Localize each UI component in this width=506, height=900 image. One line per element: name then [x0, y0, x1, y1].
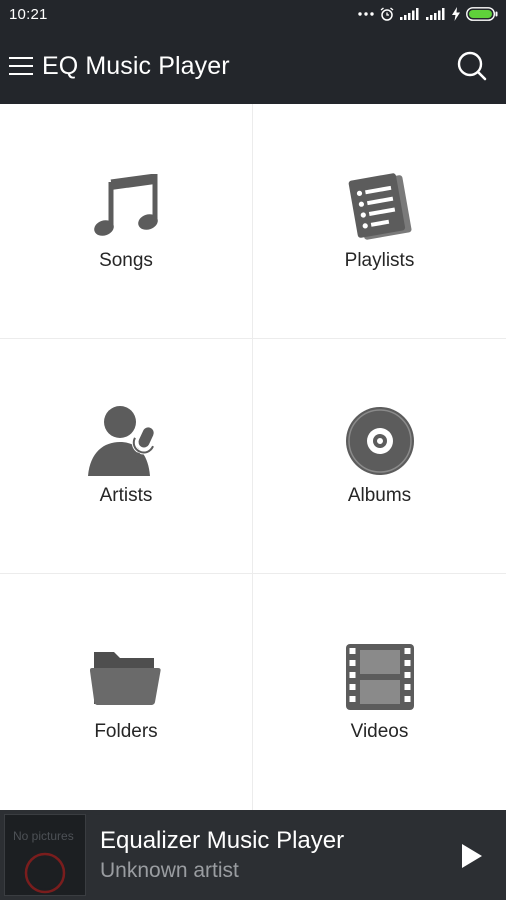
category-grid: Songs Playlists Artists Albums Folders V…	[0, 104, 506, 810]
music-note-icon	[86, 170, 166, 242]
search-icon	[457, 51, 487, 81]
signal-icon	[400, 8, 419, 20]
signal-icon	[426, 8, 445, 20]
artist-microphone-icon	[86, 405, 166, 477]
app-bar: EQ Music Player	[0, 28, 506, 104]
hamburger-menu-icon	[9, 57, 33, 75]
app-title: EQ Music Player	[42, 51, 230, 80]
alarm-icon	[380, 7, 394, 21]
category-videos[interactable]: Videos	[253, 574, 506, 810]
status-icons	[358, 7, 498, 21]
track-info[interactable]: Equalizer Music Player Unknown artist	[100, 827, 344, 883]
more-dots-icon	[358, 12, 374, 16]
play-icon	[462, 844, 482, 868]
folder-icon	[86, 641, 166, 713]
category-label: Songs	[99, 250, 153, 271]
category-albums[interactable]: Albums	[253, 339, 506, 574]
category-label: Folders	[94, 721, 158, 742]
category-label: Albums	[347, 485, 412, 506]
status-bar: 10:21	[0, 0, 506, 28]
film-icon	[340, 641, 420, 713]
category-songs[interactable]: Songs	[0, 104, 253, 339]
album-art: No pictures	[4, 814, 86, 896]
playlist-icon	[340, 170, 420, 242]
search-button[interactable]	[452, 46, 492, 86]
status-time: 10:21	[9, 5, 48, 23]
battery-icon	[466, 7, 498, 21]
category-label: Playlists	[344, 250, 415, 271]
charging-icon	[452, 7, 460, 21]
category-label: Videos	[350, 721, 409, 742]
category-folders[interactable]: Folders	[0, 574, 253, 810]
category-artists[interactable]: Artists	[0, 339, 253, 574]
disc-icon	[340, 405, 420, 477]
hamburger-menu-button[interactable]	[0, 28, 42, 104]
category-label: Artists	[99, 485, 153, 506]
track-title: Equalizer Music Player	[100, 827, 345, 854]
play-button[interactable]	[458, 841, 486, 871]
track-artist: Unknown artist	[100, 859, 239, 882]
category-playlists[interactable]: Playlists	[253, 104, 506, 339]
now-playing-bar[interactable]: No pictures Equalizer Music Player Unkno…	[0, 810, 506, 900]
disc-placeholder-icon	[24, 852, 66, 894]
